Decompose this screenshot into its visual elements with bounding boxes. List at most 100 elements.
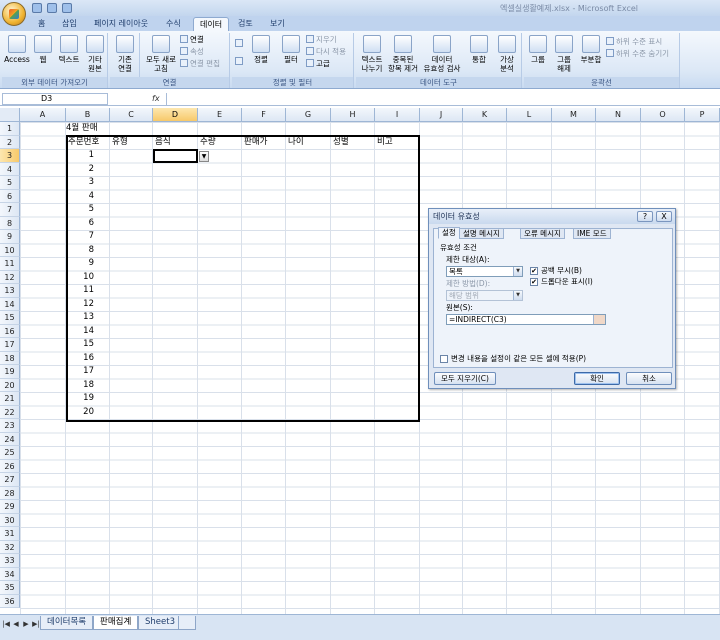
hide-detail-button[interactable]: 하위 수준 숨기기 xyxy=(606,49,669,59)
sort-asc-icon[interactable] xyxy=(235,39,245,49)
sheet-tab-sales-summary[interactable]: 판매집계 xyxy=(93,616,139,630)
advanced-button[interactable]: 고급 xyxy=(306,59,330,69)
tab-view[interactable]: 보기 xyxy=(264,17,291,31)
filter-button[interactable]: 필터 xyxy=(278,35,304,64)
column-header-m[interactable]: M xyxy=(552,108,596,122)
row-header-16[interactable]: 16 xyxy=(0,324,20,338)
tab-input-message[interactable]: 설명 메시지 xyxy=(459,228,504,239)
row-header-35[interactable]: 35 xyxy=(0,581,20,595)
collapse-dialog-icon[interactable] xyxy=(593,315,605,324)
undo-icon[interactable] xyxy=(47,3,57,13)
column-header-p[interactable]: P xyxy=(685,108,720,122)
text-import-button[interactable]: 텍스트 xyxy=(56,35,82,64)
column-header-i[interactable]: I xyxy=(375,108,420,122)
other-sources-button[interactable]: 기타 원본 xyxy=(84,35,106,73)
redo-icon[interactable] xyxy=(62,3,72,13)
tab-ime-mode[interactable]: IME 모드 xyxy=(573,228,611,239)
sort-button[interactable]: 정렬 xyxy=(248,35,274,64)
column-header-k[interactable]: K xyxy=(463,108,507,122)
row-header-1[interactable]: 1 xyxy=(0,122,20,136)
save-icon[interactable] xyxy=(32,3,42,13)
row-header-19[interactable]: 19 xyxy=(0,365,20,379)
tab-page-layout[interactable]: 페이지 레이아웃 xyxy=(88,17,154,31)
chevron-down-icon[interactable]: ▼ xyxy=(199,151,209,162)
column-header-j[interactable]: J xyxy=(420,108,463,122)
row-header-21[interactable]: 21 xyxy=(0,392,20,406)
web-button[interactable]: 웹 xyxy=(32,35,54,64)
row-header-15[interactable]: 15 xyxy=(0,311,20,325)
row-header-8[interactable]: 8 xyxy=(0,216,20,230)
source-input[interactable]: =INDIRECT(C3) xyxy=(446,314,606,325)
clear-button[interactable]: 지우기 xyxy=(306,35,337,45)
select-all-corner[interactable] xyxy=(0,108,20,122)
row-header-25[interactable]: 25 xyxy=(0,446,20,460)
row-header-5[interactable]: 5 xyxy=(0,176,20,190)
column-header-g[interactable]: G xyxy=(286,108,331,122)
insert-sheet-icon[interactable] xyxy=(178,616,196,630)
cancel-button[interactable]: 취소 xyxy=(626,372,672,385)
column-header-c[interactable]: C xyxy=(110,108,153,122)
row-header-27[interactable]: 27 xyxy=(0,473,20,487)
row-header-30[interactable]: 30 xyxy=(0,513,20,527)
sheet-title-cell[interactable]: 4월 판매 xyxy=(66,122,98,135)
row-header-20[interactable]: 20 xyxy=(0,378,20,392)
next-sheet-icon[interactable]: ▶ xyxy=(22,619,30,629)
column-header-d[interactable]: D xyxy=(153,108,198,122)
column-header-f[interactable]: F xyxy=(242,108,286,122)
row-header-10[interactable]: 10 xyxy=(0,243,20,257)
name-box[interactable]: D3 xyxy=(2,93,108,105)
refresh-all-button[interactable]: 모두 새로 고침 xyxy=(144,35,178,73)
column-header-e[interactable]: E xyxy=(198,108,242,122)
column-header-n[interactable]: N xyxy=(596,108,641,122)
connections-button[interactable]: 연결 xyxy=(180,35,204,45)
row-header-32[interactable]: 32 xyxy=(0,540,20,554)
formula-input[interactable] xyxy=(166,93,718,105)
column-header-l[interactable]: L xyxy=(507,108,552,122)
in-cell-dropdown-checkbox[interactable]: ✔ xyxy=(530,278,538,286)
text-to-columns-button[interactable]: 텍스트 나누기 xyxy=(358,35,386,73)
apply-all-checkbox[interactable] xyxy=(440,355,448,363)
reapply-button[interactable]: 다시 적용 xyxy=(306,47,346,57)
row-header-24[interactable]: 24 xyxy=(0,432,20,446)
row-header-34[interactable]: 34 xyxy=(0,567,20,581)
existing-connections-button[interactable]: 기존 연결 xyxy=(112,35,138,73)
column-header-h[interactable]: H xyxy=(331,108,375,122)
row-header-12[interactable]: 12 xyxy=(0,270,20,284)
row-header-26[interactable]: 26 xyxy=(0,459,20,473)
tab-error-alert[interactable]: 오류 메시지 xyxy=(520,228,565,239)
ungroup-button[interactable]: 그룹 해제 xyxy=(552,35,576,73)
subtotal-button[interactable]: 부분합 xyxy=(578,35,604,64)
row-header-7[interactable]: 7 xyxy=(0,203,20,217)
show-detail-button[interactable]: 하위 수준 표시 xyxy=(606,37,662,47)
row-header-33[interactable]: 33 xyxy=(0,554,20,568)
data-select[interactable]: 해당 범위 ▼ xyxy=(446,290,523,301)
office-button[interactable] xyxy=(2,2,26,26)
edit-links-button[interactable]: 연결 편집 xyxy=(180,59,220,69)
remove-duplicates-button[interactable]: 중복된 항목 제거 xyxy=(388,35,418,73)
what-if-button[interactable]: 가상 분석 xyxy=(494,35,520,73)
row-header-22[interactable]: 22 xyxy=(0,405,20,419)
row-header-28[interactable]: 28 xyxy=(0,486,20,500)
allow-select[interactable]: 목록 ▼ xyxy=(446,266,523,277)
row-header-31[interactable]: 31 xyxy=(0,527,20,541)
column-header-a[interactable]: A xyxy=(20,108,66,122)
sheet-tab-sheet3[interactable]: Sheet3 xyxy=(138,616,182,630)
tab-formulas[interactable]: 수식 xyxy=(160,17,187,31)
ignore-blank-checkbox[interactable]: ✔ xyxy=(530,267,538,275)
consolidate-button[interactable]: 통합 xyxy=(466,35,492,64)
row-header-29[interactable]: 29 xyxy=(0,500,20,514)
access-button[interactable]: Access xyxy=(4,35,30,64)
tab-home[interactable]: 홈 xyxy=(32,17,51,31)
row-header-23[interactable]: 23 xyxy=(0,419,20,433)
tab-review[interactable]: 검토 xyxy=(232,17,259,31)
row-header-18[interactable]: 18 xyxy=(0,351,20,365)
tab-data[interactable]: 데이터 xyxy=(193,17,230,31)
row-header-6[interactable]: 6 xyxy=(0,189,20,203)
help-icon[interactable]: ? xyxy=(637,211,653,222)
tab-settings[interactable]: 설정 xyxy=(438,227,460,239)
first-sheet-icon[interactable]: |◀ xyxy=(2,619,10,629)
row-header-11[interactable]: 11 xyxy=(0,257,20,271)
row-header-36[interactable]: 36 xyxy=(0,594,20,608)
group-button[interactable]: 그룹 xyxy=(526,35,550,64)
column-header-o[interactable]: O xyxy=(641,108,685,122)
